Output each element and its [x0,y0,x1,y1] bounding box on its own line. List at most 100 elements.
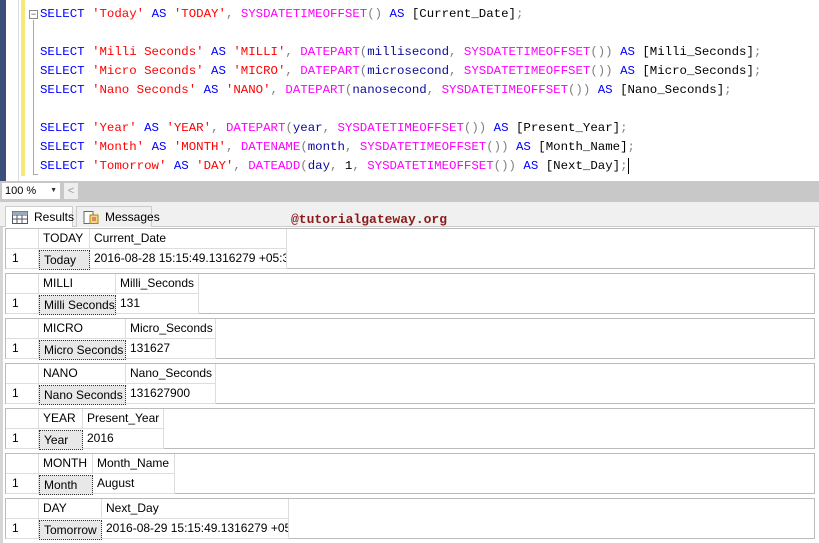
column-header[interactable]: Nano_Seconds [126,364,216,384]
code-token: [Present_Year] [515,121,621,135]
code-token: ()) [590,64,613,78]
code-token: 'Nano Seconds' [92,83,197,97]
grid-cell[interactable]: Nano Seconds [39,385,126,405]
code-token: ()) [568,83,591,97]
code-line[interactable]: SELECT 'Nano Seconds' AS 'NANO', DATEPAR… [40,81,732,100]
row-number[interactable]: 1 [6,249,39,269]
query-editor[interactable]: − SELECT 'Today' AS 'TODAY', SYSDATETIME… [0,0,819,181]
grid-cell[interactable]: Milli Seconds [39,295,116,315]
code-line[interactable]: SELECT 'Milli Seconds' AS 'MILLI', DATEP… [40,43,761,62]
code-token: () [367,7,383,21]
table-row[interactable]: 1 Today 2016-08-28 15:15:49.1316279 +05:30 [6,249,287,270]
code-line[interactable]: SELECT 'Month' AS 'MONTH', DATENAME(mont… [40,138,635,157]
grid-cell[interactable]: 2016-08-29 15:15:49.1316279 +05:30 [102,519,289,539]
result-grid[interactable]: MICRO Micro_Seconds 1 Micro Seconds 131627 [5,318,815,360]
column-header[interactable]: DAY [39,499,102,519]
code-token: ( [300,140,308,154]
code-token: AS [151,140,167,154]
grid-cell[interactable]: 131 [116,294,199,314]
table-row[interactable]: 1 Micro Seconds 131627 [6,339,216,360]
column-header[interactable]: Next_Day [102,499,289,519]
result-grid[interactable]: NANO Nano_Seconds 1 Nano Seconds 131627900 [5,363,815,405]
code-token: 'MILLI' [233,45,286,59]
grid-cell[interactable]: 2016-08-28 15:15:49.1316279 +05:30 [90,249,287,269]
row-number-header[interactable] [6,409,39,429]
grid-cell[interactable]: Tomorrow [39,520,102,540]
zoom-dropdown[interactable]: 100 % ▼ [2,183,60,199]
row-number[interactable]: 1 [6,474,39,494]
grid-cell[interactable]: Year [39,430,83,450]
column-header[interactable]: MILLI [39,274,116,294]
result-grid[interactable]: MILLI Milli_Seconds 1 Milli Seconds 131 [5,273,815,315]
column-header[interactable]: Micro_Seconds [126,319,216,339]
row-number-header[interactable] [6,364,39,384]
column-header[interactable]: MONTH [39,454,93,474]
row-number[interactable]: 1 [6,384,39,404]
scroll-left-button[interactable]: < [64,183,78,199]
code-token: AS [523,159,539,173]
row-number[interactable]: 1 [6,294,39,314]
code-line[interactable]: SELECT 'Micro Seconds' AS 'MICRO', DATEP… [40,62,761,81]
column-header[interactable]: MICRO [39,319,126,339]
code-line[interactable]: SELECT 'Today' AS 'TODAY', SYSDATETIMEOF… [40,5,523,24]
code-token: SYSDATETIMEOFFSET [337,121,464,135]
watermark: @tutorialgateway.org [291,212,448,227]
grid-header-row: MONTH Month_Name [6,454,175,474]
code-token: day [307,159,331,173]
code-token: SYSDATETIMEOFFSET [240,7,368,21]
row-number-header[interactable] [6,319,39,339]
result-grid[interactable]: DAY Next_Day 1 Tomorrow 2016-08-29 15:15:49.… [5,498,815,540]
tab-results[interactable]: Results [5,206,74,228]
row-number-header[interactable] [6,499,39,519]
code-token: 'Today' [92,7,145,21]
tab-messages[interactable]: Messages [76,206,160,227]
row-number-header[interactable] [6,229,39,249]
row-number[interactable]: 1 [6,519,39,539]
column-header[interactable]: Present_Year [83,409,164,429]
code-token: microsecond [367,64,450,78]
table-row[interactable]: 1 Year 2016 [6,429,164,450]
grid-cell[interactable]: 2016 [83,429,164,449]
row-number-header[interactable] [6,454,39,474]
row-number[interactable]: 1 [6,339,39,359]
result-grid[interactable]: TODAY Current_Date 1 Today 2016-08-28 15:15:… [5,228,815,270]
column-header[interactable]: NANO [39,364,126,384]
code-token: DATEADD [248,159,301,173]
code-token: SYSDATETIMEOFFSET [441,83,568,97]
grid-cell[interactable]: Micro Seconds [39,340,126,360]
collapse-icon[interactable]: − [29,10,38,19]
row-number[interactable]: 1 [6,429,39,449]
code-line[interactable]: SELECT 'Tomorrow' AS 'DAY', DATEADD(day,… [40,157,629,176]
grid-cell[interactable]: Today [39,250,90,270]
table-row[interactable]: 1 Nano Seconds 131627900 [6,384,216,405]
code-token: , [211,121,219,135]
grid-header-row: YEAR Present_Year [6,409,164,429]
grid-cell[interactable]: 131627 [126,339,216,359]
grid-cell[interactable]: Month [39,475,93,495]
changed-lines-marker [21,0,25,176]
code-token: ; [724,83,732,97]
grid-cell[interactable]: August [93,474,175,494]
column-header[interactable]: YEAR [39,409,83,429]
table-row[interactable]: 1 Month August [6,474,175,495]
column-header[interactable]: Milli_Seconds [116,274,199,294]
result-grid[interactable]: YEAR Present_Year 1 Year 2016 [5,408,815,450]
result-grid[interactable]: MONTH Month_Name 1 Month August [5,453,815,495]
code-token: ()) [463,121,487,135]
table-row[interactable]: 1 Milli Seconds 131 [6,294,199,315]
table-row[interactable]: 1 Tomorrow 2016-08-29 15:15:49.1316279 +05… [6,519,289,540]
code-token: ; [753,45,762,59]
row-number-header[interactable] [6,274,39,294]
column-header[interactable]: Current_Date [90,229,287,249]
code-line[interactable]: SELECT 'Year' AS 'YEAR', DATEPART(year, … [40,119,628,138]
grid-cell[interactable]: 131627900 [126,384,216,404]
column-header[interactable]: Month_Name [93,454,175,474]
column-header[interactable]: TODAY [39,229,90,249]
